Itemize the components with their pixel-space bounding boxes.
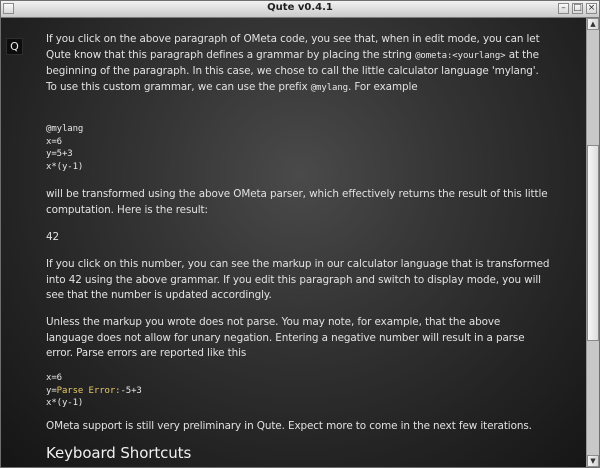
code-line: x*(y-1) <box>46 161 84 172</box>
code-prefix: y= <box>46 385 57 396</box>
window-title: Qute v0.4.1 <box>267 2 333 13</box>
paragraph-click-number[interactable]: If you click on this number, you can see… <box>46 257 550 304</box>
code-line: x=6 <box>46 136 62 147</box>
code-line-error: y=Parse Error:-5+3 <box>46 385 142 398</box>
computed-result[interactable]: 42 <box>46 230 59 246</box>
minimize-icon[interactable]: – <box>558 3 569 14</box>
code-line: x*(y-1) <box>46 398 84 408</box>
inline-code-ometa: @ometa:<yourlang> <box>415 50 506 61</box>
code-line: x=6 <box>46 373 62 383</box>
code-line: y=5+3 <box>46 149 73 159</box>
title-bar[interactable]: Qute v0.4.1 – □ × <box>1 1 599 18</box>
parse-error-example[interactable]: x=6 y=Parse Error:-5+3 x*(y-1) <box>46 372 142 410</box>
section-heading-keyboard-shortcuts[interactable]: Keyboard Shortcuts <box>46 445 191 462</box>
code-example-block[interactable]: @mylang x=6 y=5+3 x*(y-1) <box>46 123 83 173</box>
scroll-down-arrow-icon[interactable]: ▼ <box>587 455 599 467</box>
inline-code-mylang: @mylang <box>310 82 348 93</box>
maximize-icon[interactable]: □ <box>572 3 583 14</box>
qute-logo-icon[interactable]: Q <box>6 38 23 55</box>
vertical-scrollbar[interactable]: ▲ ▼ <box>586 18 599 467</box>
paragraph-intro[interactable]: If you click on the above paragraph of O… <box>46 32 550 96</box>
parse-error-label: Parse Error: <box>56 385 121 396</box>
paragraph-parse-errors[interactable]: Unless the markup you wrote does not par… <box>46 315 550 362</box>
paragraph-ometa-support[interactable]: OMeta support is still very preliminary … <box>46 419 550 435</box>
scrollbar-thumb[interactable] <box>587 144 599 341</box>
code-line: @mylang <box>46 124 84 134</box>
code-suffix: -5+3 <box>120 385 142 396</box>
intro-text-3: . For example <box>347 80 418 93</box>
app-window: Qute v0.4.1 – □ × Q If you click on the … <box>0 0 600 468</box>
scroll-up-arrow-icon[interactable]: ▲ <box>587 18 599 30</box>
paragraph-transformed[interactable]: will be transformed using the above OMet… <box>46 187 550 218</box>
document-view[interactable]: Q If you click on the above paragraph of… <box>1 18 599 467</box>
close-icon[interactable]: × <box>586 3 597 14</box>
